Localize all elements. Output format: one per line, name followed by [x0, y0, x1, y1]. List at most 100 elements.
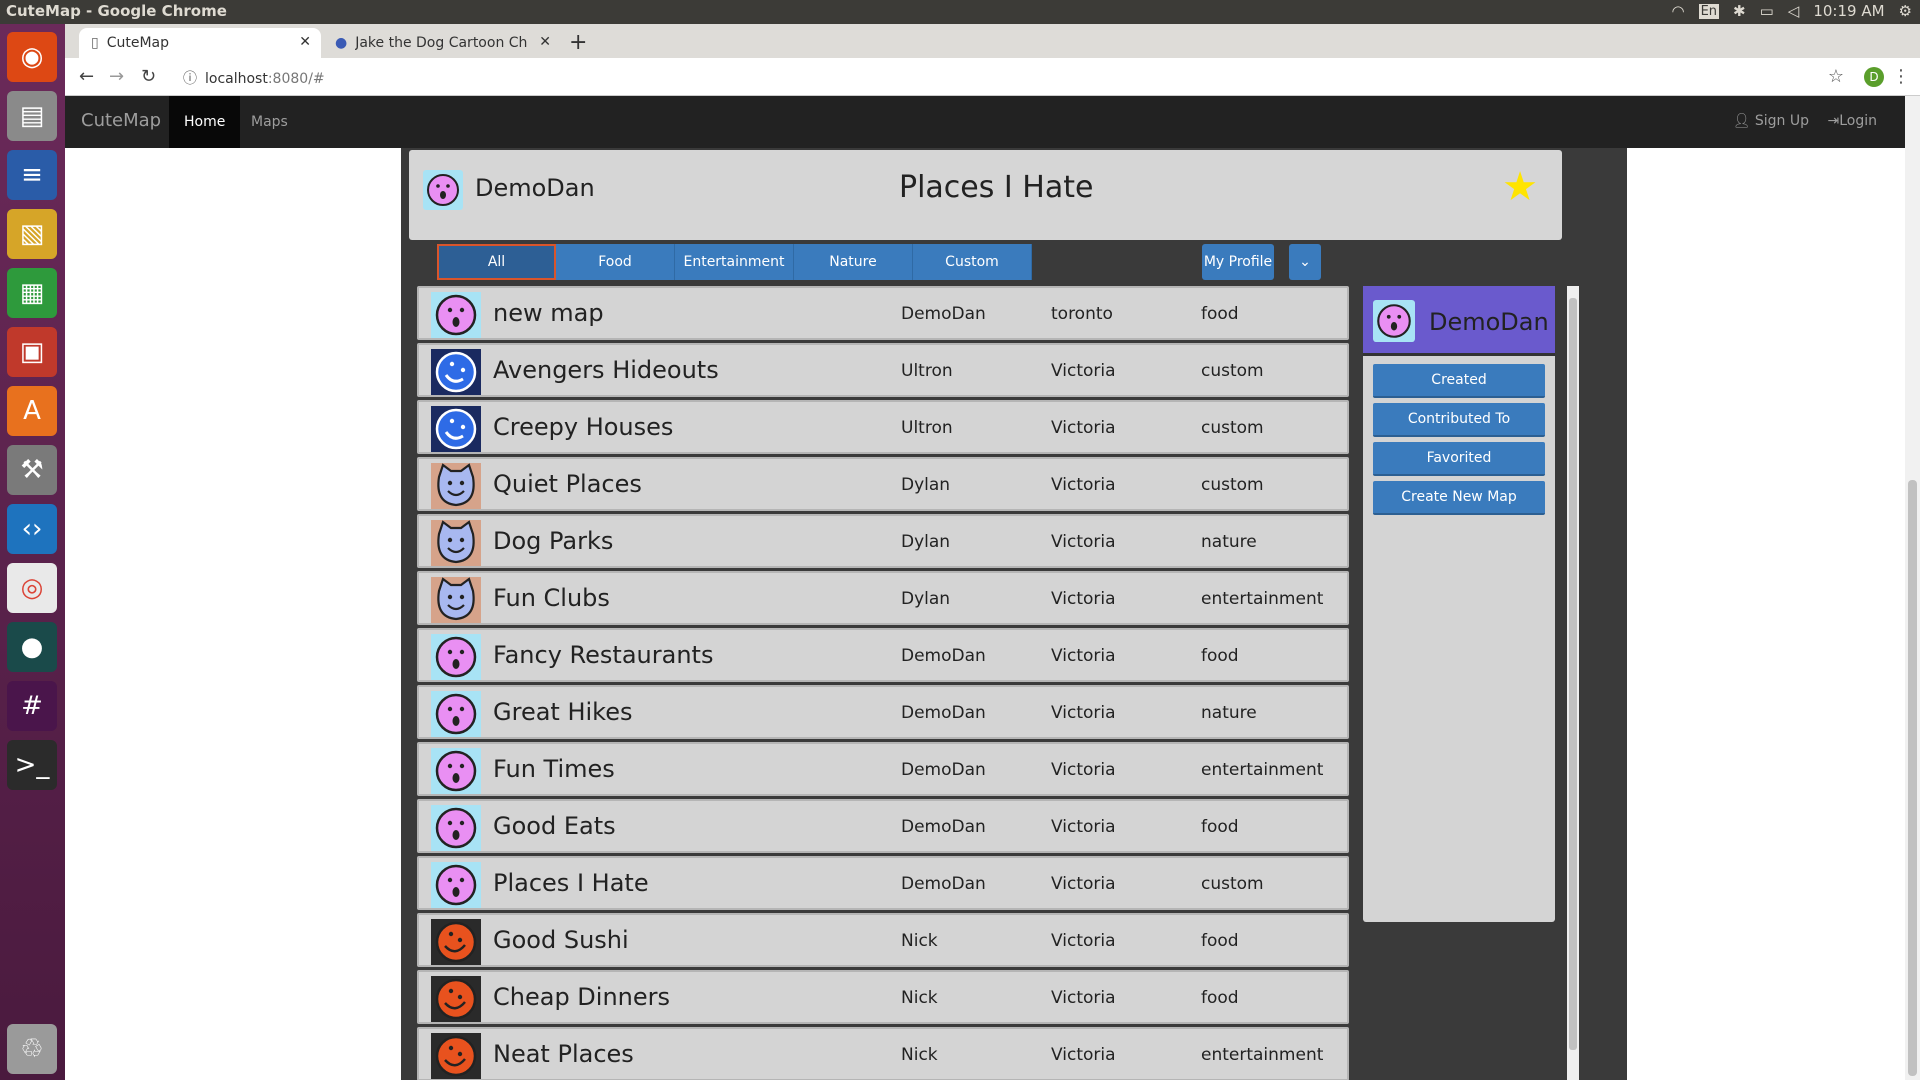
map-row[interactable]: Fun Clubs Dylan Victoria entertainment	[417, 571, 1349, 625]
nav-home[interactable]: Home	[169, 96, 241, 148]
impress-draw-icon[interactable]: ▧	[7, 209, 57, 259]
battery-icon[interactable]: ▭	[1760, 2, 1774, 20]
my-profile-button[interactable]: My Profile	[1202, 244, 1274, 280]
tab-jake[interactable]: ● Jake the Dog Cartoon Ch ✕	[323, 28, 561, 58]
nav-maps[interactable]: Maps	[251, 96, 288, 148]
map-row[interactable]: Creepy Houses Ultron Victoria custom	[417, 400, 1349, 454]
terminal-icon[interactable]: >_	[7, 740, 57, 790]
map-name[interactable]: new map	[493, 299, 604, 327]
top-navbar: CuteMap Home Maps 👤︎ Sign Up ⇥Login	[65, 96, 1905, 148]
volume-icon[interactable]: ◁	[1788, 2, 1800, 20]
info-icon[interactable]: ⓘ	[183, 71, 197, 87]
map-name[interactable]: Quiet Places	[493, 470, 642, 498]
forward-icon[interactable]: →	[109, 66, 124, 87]
filter-food-button[interactable]: Food	[556, 244, 675, 280]
writer-icon[interactable]: ≡	[7, 150, 57, 200]
map-name[interactable]: Dog Parks	[493, 527, 613, 555]
created-button[interactable]: Created	[1373, 364, 1545, 398]
url-field[interactable]: ⓘ localhost:8080/#	[183, 68, 325, 88]
ubuntu-icon[interactable]: ◉	[7, 32, 57, 82]
map-category: food	[1201, 931, 1239, 951]
map-name[interactable]: Good Eats	[493, 812, 616, 840]
map-row[interactable]: Avengers Hideouts Ultron Victoria custom	[417, 343, 1349, 397]
clock[interactable]: 10:19 AM	[1813, 2, 1884, 20]
page-scrollbar[interactable]	[1905, 96, 1920, 1080]
map-name[interactable]: Neat Places	[493, 1040, 634, 1068]
sign-up-link[interactable]: 👤︎ Sign Up	[1733, 113, 1809, 129]
map-category: food	[1201, 304, 1239, 324]
list-scrollbar[interactable]	[1567, 286, 1579, 1080]
map-name[interactable]: Creepy Houses	[493, 413, 673, 441]
bookmark-star-icon[interactable]: ☆	[1828, 66, 1844, 87]
user-icon: 👤︎	[1732, 113, 1751, 129]
map-row[interactable]: Good Sushi Nick Victoria food	[417, 913, 1349, 967]
category-filters: All Food Entertainment Nature Custom	[437, 244, 1032, 280]
owner-avatar	[431, 520, 481, 566]
map-name[interactable]: Fun Clubs	[493, 584, 610, 612]
map-category: food	[1201, 646, 1239, 666]
brand-link[interactable]: CuteMap	[81, 110, 161, 131]
map-name[interactable]: Fun Times	[493, 755, 615, 783]
owner-avatar	[431, 805, 481, 851]
menu-icon[interactable]: ⋮	[1892, 66, 1910, 87]
bluetooth-icon[interactable]: ✱	[1733, 2, 1746, 20]
favorite-star-icon[interactable]: ★	[1502, 164, 1538, 210]
map-row[interactable]: Good Eats DemoDan Victoria food	[417, 799, 1349, 853]
map-row[interactable]: Dog Parks Dylan Victoria nature	[417, 514, 1349, 568]
close-icon[interactable]: ✕	[299, 34, 311, 50]
filter-nature-button[interactable]: Nature	[794, 244, 913, 280]
gear-icon[interactable]: ⚙	[1899, 2, 1912, 20]
map-city: Victoria	[1051, 817, 1116, 837]
map-row[interactable]: Fun Times DemoDan Victoria entertainment	[417, 742, 1349, 796]
map-name[interactable]: Avengers Hideouts	[493, 356, 719, 384]
map-name[interactable]: Fancy Restaurants	[493, 641, 713, 669]
presentation-icon[interactable]: ▣	[7, 327, 57, 377]
map-name[interactable]: Good Sushi	[493, 926, 629, 954]
filter-custom-button[interactable]: Custom	[913, 244, 1032, 280]
wifi-icon[interactable]: ◠	[1671, 2, 1684, 20]
owner-avatar	[431, 748, 481, 794]
map-name[interactable]: Great Hikes	[493, 698, 632, 726]
tab-cutemap[interactable]: ▯ CuteMap ✕	[79, 28, 321, 58]
calc-icon[interactable]: ▦	[7, 268, 57, 318]
dropdown-toggle-button[interactable]: ⌄	[1289, 244, 1321, 280]
map-name[interactable]: Places I Hate	[493, 869, 649, 897]
map-name[interactable]: Cheap Dinners	[493, 983, 670, 1011]
trash-icon[interactable]: ♲	[7, 1024, 57, 1074]
user-avatar	[423, 170, 463, 210]
new-tab-button[interactable]: +	[569, 30, 587, 55]
map-row[interactable]: Great Hikes DemoDan Victoria nature	[417, 685, 1349, 739]
tab-label: CuteMap	[106, 35, 170, 51]
owner-avatar	[431, 862, 481, 908]
filter-all-button[interactable]: All	[437, 244, 556, 280]
chrome-icon[interactable]: ◎	[7, 563, 57, 613]
map-row[interactable]: new map DemoDan toronto food	[417, 286, 1349, 340]
favorited-button[interactable]: Favorited	[1373, 442, 1545, 476]
settings-icon[interactable]: ⚒	[7, 445, 57, 495]
filter-entertainment-button[interactable]: Entertainment	[675, 244, 794, 280]
page-scrollbar-thumb[interactable]	[1908, 480, 1917, 1076]
map-city: Victoria	[1051, 703, 1116, 723]
software-center-icon[interactable]: A	[7, 386, 57, 436]
map-row[interactable]: Quiet Places Dylan Victoria custom	[417, 457, 1349, 511]
map-row[interactable]: Fancy Restaurants DemoDan Victoria food	[417, 628, 1349, 682]
close-icon[interactable]: ✕	[539, 34, 551, 50]
map-row[interactable]: Places I Hate DemoDan Victoria custom	[417, 856, 1349, 910]
vscode-icon[interactable]: ‹›	[7, 504, 57, 554]
gitkraken-icon[interactable]: ●	[7, 622, 57, 672]
files-icon[interactable]: ▤	[7, 91, 57, 141]
profile-avatar[interactable]: D	[1864, 67, 1884, 87]
login-link[interactable]: ⇥Login	[1827, 113, 1877, 129]
slack-icon[interactable]: #	[7, 681, 57, 731]
header-username[interactable]: DemoDan	[475, 174, 595, 202]
back-icon[interactable]: ←	[79, 66, 94, 87]
os-top-bar: CuteMap - Google Chrome ◠ En ✱ ▭ ◁ 10:19…	[0, 0, 1920, 24]
contributed-to-button[interactable]: Contributed To	[1373, 403, 1545, 437]
map-row[interactable]: Neat Places Nick Victoria entertainment	[417, 1027, 1349, 1080]
panel-avatar	[1373, 300, 1415, 342]
reload-icon[interactable]: ↻	[141, 66, 156, 87]
keyboard-layout[interactable]: En	[1698, 3, 1720, 19]
map-row[interactable]: Cheap Dinners Nick Victoria food	[417, 970, 1349, 1024]
list-scrollbar-thumb[interactable]	[1569, 298, 1577, 1050]
create-new-map-button[interactable]: Create New Map	[1373, 481, 1545, 515]
